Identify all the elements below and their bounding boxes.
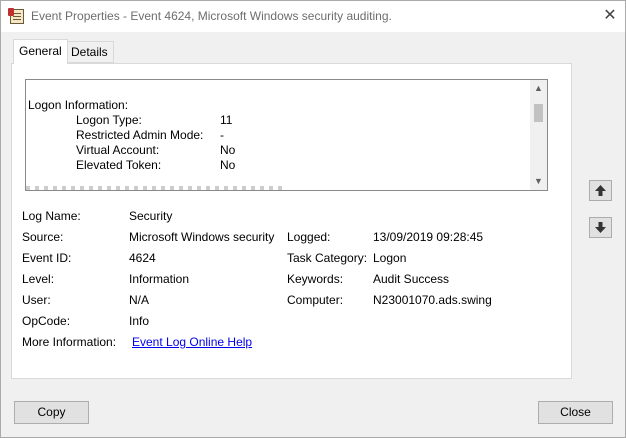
opcode-value: Info xyxy=(129,314,150,328)
scroll-up-icon[interactable]: ▲ xyxy=(530,80,547,97)
virtual-account-label: Virtual Account: xyxy=(76,143,160,157)
user-value: N/A xyxy=(129,293,150,307)
arrow-up-icon xyxy=(595,185,606,196)
next-event-button[interactable] xyxy=(589,217,612,238)
logon-info-heading: Logon Information: xyxy=(28,98,129,112)
description-box[interactable]: Logon Information: Logon Type: 11 Restri… xyxy=(25,79,548,191)
virtual-account-value: No xyxy=(220,143,236,157)
scroll-thumb[interactable] xyxy=(534,104,543,122)
opcode-label: OpCode: xyxy=(22,314,71,328)
tab-general[interactable]: General xyxy=(13,39,68,64)
close-icon[interactable]: ✕ xyxy=(597,5,623,27)
copy-button[interactable]: Copy xyxy=(14,401,89,424)
keywords-label: Keywords: xyxy=(287,272,344,286)
level-label: Level: xyxy=(22,272,55,286)
scroll-down-icon[interactable]: ▼ xyxy=(530,173,547,190)
clipped-text-line xyxy=(26,186,286,190)
source-label: Source: xyxy=(22,230,64,244)
computer-label: Computer: xyxy=(287,293,344,307)
keywords-value: Audit Success xyxy=(373,272,450,286)
event-id-value: 4624 xyxy=(129,251,156,265)
logon-type-label: Logon Type: xyxy=(76,113,142,127)
logged-label: Logged: xyxy=(287,230,331,244)
user-label: User: xyxy=(22,293,51,307)
more-information-label: More Information: xyxy=(22,335,117,349)
arrow-down-icon xyxy=(595,222,606,233)
task-category-value: Logon xyxy=(373,251,407,265)
window-title: Event Properties - Event 4624, Microsoft… xyxy=(31,9,392,23)
event-log-online-help-link[interactable]: Event Log Online Help xyxy=(132,335,252,349)
log-name-label: Log Name: xyxy=(22,209,81,223)
restricted-admin-label: Restricted Admin Mode: xyxy=(76,128,204,142)
restricted-admin-value: - xyxy=(220,128,224,142)
computer-value: N23001070.ads.swing xyxy=(373,293,492,307)
event-properties-window: Event Properties - Event 4624, Microsoft… xyxy=(0,0,626,438)
source-value: Microsoft Windows security xyxy=(129,230,275,244)
level-value: Information xyxy=(129,272,190,286)
event-id-label: Event ID: xyxy=(22,251,72,265)
event-viewer-icon xyxy=(8,8,24,24)
tab-details[interactable]: Details xyxy=(65,41,114,63)
title-bar: Event Properties - Event 4624, Microsoft… xyxy=(1,1,625,32)
description-scrollbar[interactable]: ▲ ▼ xyxy=(530,80,547,190)
previous-event-button[interactable] xyxy=(589,180,612,201)
log-name-value: Security xyxy=(129,209,173,223)
logged-value: 13/09/2019 09:28:45 xyxy=(373,230,484,244)
elevated-token-value: No xyxy=(220,158,236,172)
elevated-token-label: Elevated Token: xyxy=(76,158,162,172)
close-button[interactable]: Close xyxy=(538,401,613,424)
task-category-label: Task Category: xyxy=(287,251,368,265)
logon-type-value: 11 xyxy=(220,113,233,127)
